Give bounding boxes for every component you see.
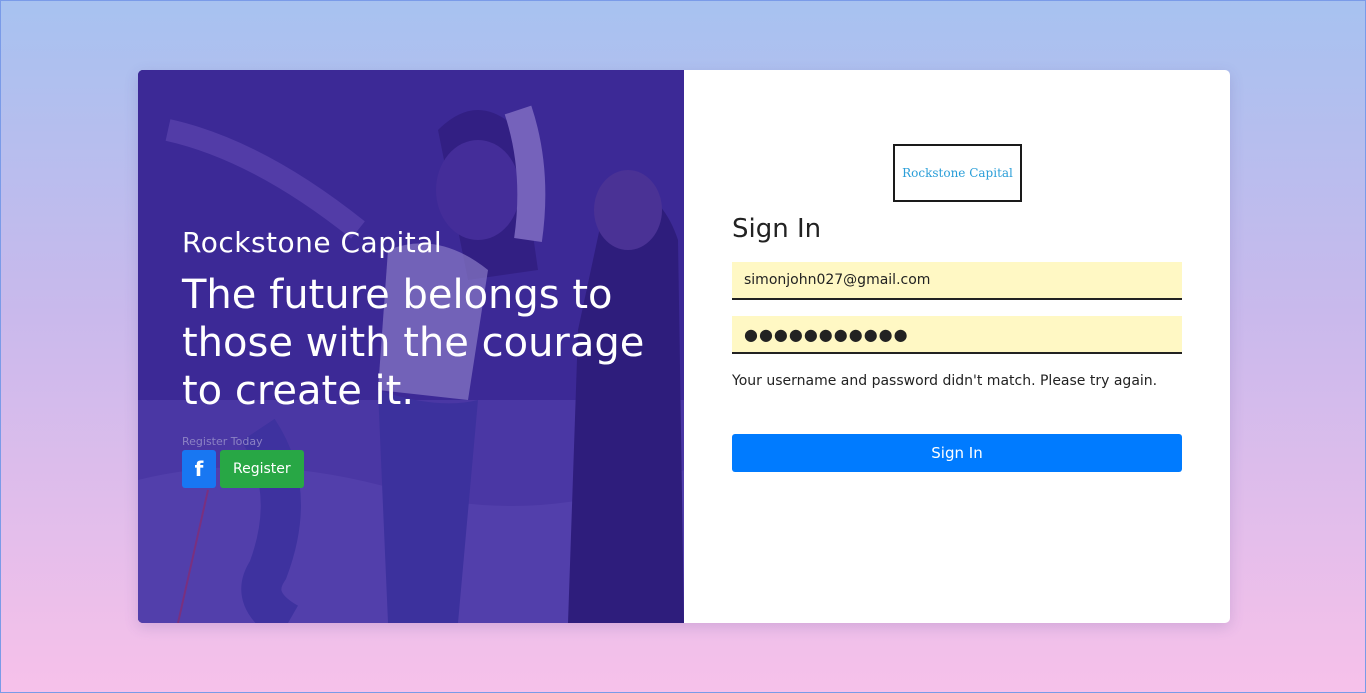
email-field[interactable]: simonjohn027@gmail.com (732, 262, 1182, 300)
signin-button[interactable]: Sign In (732, 434, 1182, 472)
signin-title: Sign In (732, 214, 822, 244)
hero-quote: The future belongs to those with the cou… (182, 272, 645, 414)
register-button[interactable]: Register (220, 450, 304, 488)
password-field[interactable]: ●●●●●●●●●●● (732, 316, 1182, 354)
brand-logo: Rockstone Capital (893, 144, 1022, 202)
hero-content: Rockstone Capital The future belongs to … (182, 226, 662, 488)
signin-panel: Rockstone Capital Sign In simonjohn027@g… (684, 70, 1230, 623)
hero-brand-name: Rockstone Capital (182, 226, 443, 259)
register-actions: f Register (182, 450, 662, 488)
facebook-icon: f (194, 457, 204, 481)
register-caption: Register Today (182, 435, 263, 448)
brand-logo-text: Rockstone Capital (902, 166, 1013, 180)
error-message: Your username and password didn't match.… (732, 373, 1158, 389)
login-card: Rockstone Capital The future belongs to … (138, 70, 1230, 623)
hero-panel: Rockstone Capital The future belongs to … (138, 70, 684, 623)
facebook-button[interactable]: f (182, 450, 216, 488)
